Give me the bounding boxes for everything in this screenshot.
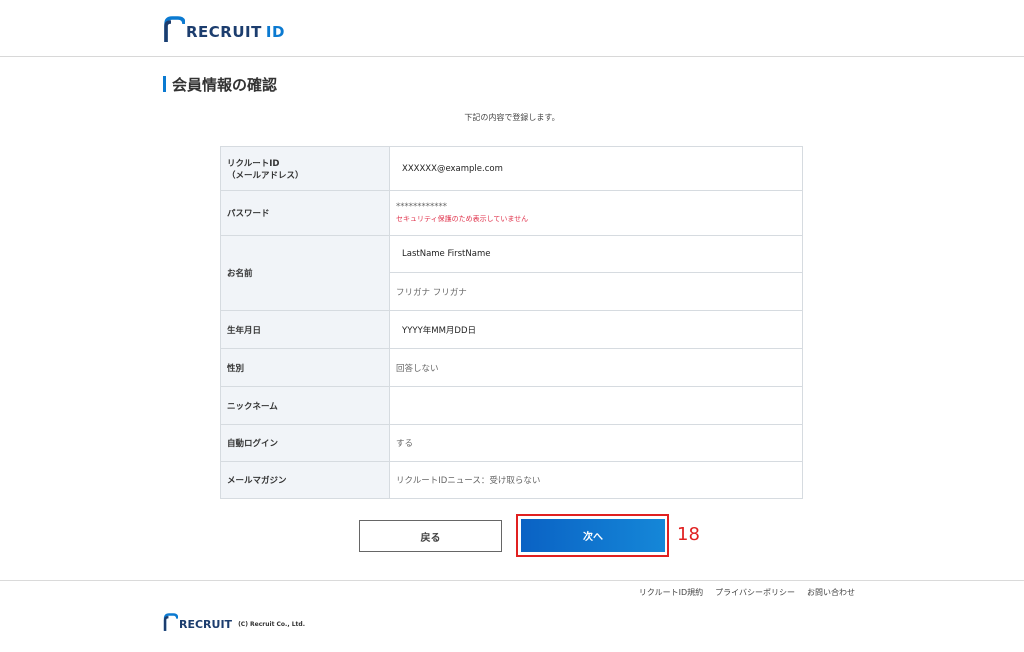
row-value: フリガナ フリガナ — [389, 272, 803, 311]
row-value: LastName FirstName — [389, 235, 803, 273]
footer-logo: RECRUIT (C) Recruit Co., Ltd. — [163, 613, 305, 631]
footer-link-terms[interactable]: リクルートID規約 — [639, 587, 703, 598]
site-footer: リクルートID規約 プライバシーポリシー お問い合わせ RECRUIT (C) … — [0, 580, 1024, 652]
step-number-label: 18 — [677, 524, 700, 545]
row-label: ニックネーム — [220, 386, 390, 425]
row-value: する — [389, 424, 803, 462]
member-info-table: リクルートID （メールアドレス） XXXXXX@example.com パスワ… — [220, 146, 803, 499]
table-row: 性別 回答しない — [220, 348, 803, 387]
page-title: 会員情報の確認 — [163, 73, 277, 95]
logo-text: RECRUIT — [186, 23, 262, 41]
table-row: 生年月日 YYYY年MM月DD日 — [220, 310, 803, 349]
row-label: 自動ログイン — [220, 424, 390, 462]
site-header: RECRUIT ID — [0, 0, 1024, 57]
row-label: お名前 — [220, 235, 390, 311]
row-label: パスワード — [220, 190, 390, 236]
table-row: ニックネーム — [220, 386, 803, 425]
back-button[interactable]: 戻る — [359, 520, 502, 552]
footer-link-contact[interactable]: お問い合わせ — [807, 587, 855, 598]
row-value: XXXXXX@example.com — [389, 146, 803, 191]
email-value: XXXXXX@example.com — [402, 163, 503, 174]
title-accent-bar — [163, 76, 166, 92]
footer-brand: RECRUIT — [179, 617, 233, 631]
table-row: 自動ログイン する — [220, 424, 803, 462]
row-label: 性別 — [220, 348, 390, 387]
footer-link-privacy[interactable]: プライバシーポリシー — [715, 587, 795, 598]
row-value — [389, 386, 803, 425]
birthdate-value: YYYY年MM月DD日 — [402, 325, 477, 336]
newsletter-value: リクルートIDニュース：受け取らない — [396, 476, 541, 486]
table-row: リクルートID （メールアドレス） XXXXXX@example.com — [220, 146, 803, 191]
row-value: YYYY年MM月DD日 — [389, 310, 803, 349]
row-value: リクルートIDニュース：受け取らない — [389, 461, 803, 499]
table-row: メールマガジン リクルートIDニュース：受け取らない — [220, 461, 803, 499]
name-value: LastName FirstName — [402, 249, 491, 259]
copyright-text: (C) Recruit Co., Ltd. — [238, 621, 305, 628]
gender-value: 回答しない — [396, 363, 439, 374]
footer-links: リクルートID規約 プライバシーポリシー お問い合わせ — [639, 587, 855, 598]
page-title-text: 会員情報の確認 — [172, 75, 278, 94]
next-button[interactable]: 次へ — [521, 519, 665, 552]
password-value: ************ — [396, 202, 447, 212]
intro-text: 下記の内容で登録します。 — [464, 113, 560, 122]
row-value: 回答しない — [389, 348, 803, 387]
logo-suffix: ID — [265, 23, 285, 41]
furigana-value: フリガナ フリガナ — [396, 287, 467, 298]
recruit-logo-mark-icon — [163, 613, 178, 631]
row-label: リクルートID （メールアドレス） — [220, 146, 390, 191]
row-label: 生年月日 — [220, 310, 390, 349]
row-label: メールマガジン — [220, 461, 390, 499]
recruit-id-logo[interactable]: RECRUIT ID — [163, 16, 285, 42]
table-row: パスワード ************ セキュリティ保護のため表示していません — [220, 190, 803, 236]
recruit-logo-mark-icon — [164, 16, 185, 42]
table-row: お名前 LastName FirstName — [220, 235, 803, 311]
password-note: セキュリティ保護のため表示していません — [396, 215, 529, 223]
auto-login-value: する — [396, 439, 414, 449]
row-value: ************ セキュリティ保護のため表示していません — [389, 190, 803, 236]
